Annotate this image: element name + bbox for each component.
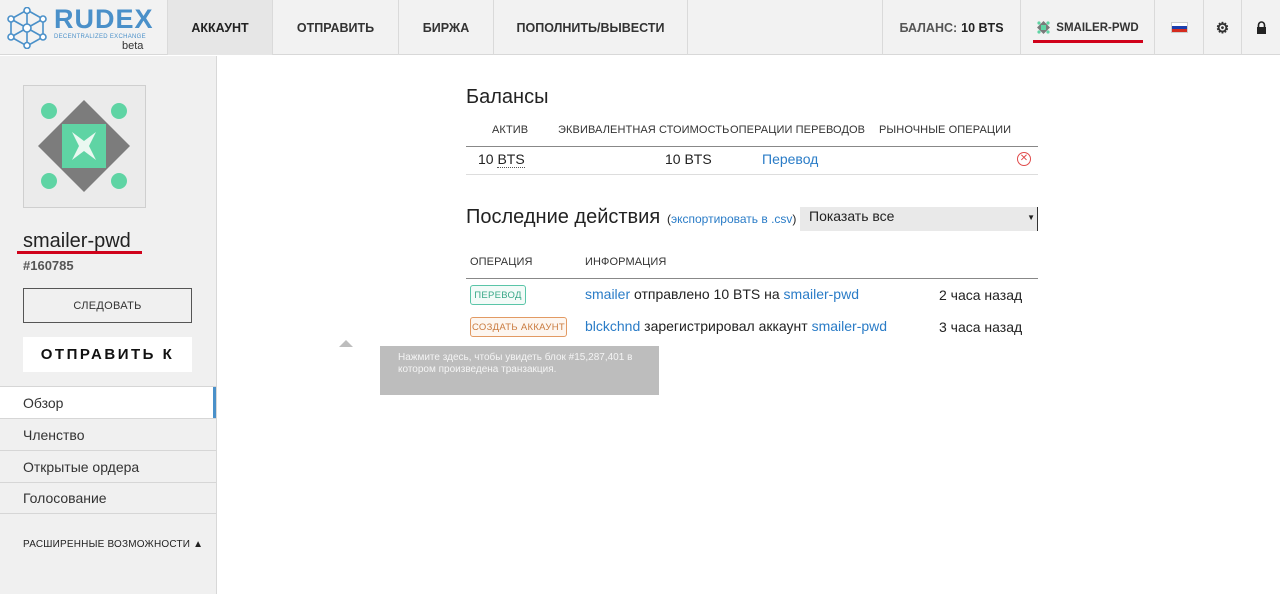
balance-amount: 10 (478, 151, 494, 167)
account-avatar (23, 85, 146, 208)
col-information: ИНФОРМАЦИЯ (585, 256, 667, 268)
lock-icon (1256, 21, 1266, 34)
account-avatar-icon (1037, 21, 1051, 34)
new-account-link[interactable]: smailer-pwd (812, 318, 887, 334)
activity-text: отправлено 10 BTS на (634, 286, 780, 302)
settings-button[interactable]: ⚙ (1203, 0, 1241, 55)
activity-row-info: smailer отправлено 10 BTS на smailer-pwd (585, 286, 859, 302)
gear-icon: ⚙ (1215, 19, 1230, 37)
balances-header-divider (466, 146, 1038, 147)
balances-title: Балансы (466, 86, 549, 108)
nav-deposit-withdraw[interactable]: ПОПОЛНИТЬ/ВЫВЕСТИ (493, 0, 688, 55)
balance-label: БАЛАНС: (899, 20, 958, 35)
recent-activity-title: Последние действия (466, 206, 661, 228)
lock-button[interactable] (1241, 0, 1280, 55)
activity-time: 2 часа назад (939, 287, 1023, 303)
sidebar-item-overview[interactable]: Обзор (0, 386, 216, 418)
col-operation: ОПЕРАЦИЯ (470, 256, 533, 268)
col-asset: АКТИВ (492, 124, 529, 136)
language-selector[interactable] (1154, 0, 1203, 55)
identicon-image (38, 100, 130, 192)
nav-account[interactable]: АККАУНТ (167, 0, 272, 55)
nav-send[interactable]: ОТПРАВИТЬ (272, 0, 398, 55)
hide-asset-close-icon[interactable]: ✕ (1017, 152, 1031, 166)
balance-equivalent-value: 10 BTS (665, 151, 712, 167)
russian-flag-icon (1170, 22, 1188, 33)
tooltip-arrow (339, 340, 353, 347)
balances-row-divider (466, 174, 1038, 175)
balance-asset-symbol[interactable]: BTS (497, 151, 525, 168)
current-account-label: SMAILER-PWD (1056, 21, 1139, 34)
export-csv-link[interactable]: экспортировать в .csv (671, 212, 792, 226)
account-underline (1033, 40, 1143, 43)
block-tooltip: Нажмите здесь, чтобы увидеть блок #15,28… (380, 346, 659, 395)
sidebar-item-open-orders[interactable]: Открытые ордера (0, 450, 216, 482)
recipient-link[interactable]: smailer-pwd (784, 286, 859, 302)
activity-time: 3 часа назад (939, 319, 1023, 335)
col-market-ops: РЫНОЧНЫЕ ОПЕРАЦИИ (879, 124, 1012, 136)
balance-value: 10 BTS (961, 20, 1004, 35)
top-navbar: RUDEX DECENTRALIZED EXCHANGE beta АККАУН… (0, 0, 1280, 55)
account-name: smailer-pwd (23, 230, 131, 252)
logo-beta: beta (122, 40, 144, 52)
activity-filter-value: Показать все (809, 208, 895, 224)
follow-button[interactable]: СЛЕДОВАТЬ (23, 288, 192, 323)
activity-row-info: blckchnd зарегистрировал аккаунт smailer… (585, 318, 887, 334)
sender-link[interactable]: smailer (585, 286, 630, 302)
sidebar-item-voting[interactable]: Голосование (0, 482, 216, 514)
logo-name: RUDEX (54, 4, 154, 34)
account-sidebar: smailer-pwd #160785 СЛЕДОВАТЬ ОТПРАВИТЬ … (0, 56, 217, 594)
activity-filter-select[interactable]: Показать все ▼ (800, 207, 1038, 231)
rudex-logo-icon (7, 6, 47, 49)
nav-exchange[interactable]: БИРЖА (398, 0, 493, 55)
current-account-button[interactable]: SMAILER-PWD (1020, 0, 1154, 55)
account-id: #160785 (23, 258, 74, 273)
send-to-button[interactable]: ОТПРАВИТЬ К (23, 337, 192, 372)
operation-badge-create-account[interactable]: СОЗДАТЬ АККАУНТ (470, 317, 567, 337)
dropdown-caret-icon: ▼ (1027, 213, 1035, 222)
rudex-logo[interactable]: RUDEX DECENTRALIZED EXCHANGE beta (0, 0, 167, 55)
operation-badge-transfer[interactable]: ПЕРЕВОД (470, 285, 526, 305)
export-csv: (экспортировать в .csv) (667, 212, 797, 226)
recent-header-divider (466, 278, 1038, 279)
registrar-link[interactable]: blckchnd (585, 318, 640, 334)
sidebar-menu: Обзор Членство Открытые ордера Голосован… (0, 386, 216, 514)
activity-text: зарегистрировал аккаунт (644, 318, 808, 334)
advanced-features-toggle[interactable]: РАСШИРЕННЫЕ ВОЗМОЖНОСТИ ▲ (23, 539, 203, 550)
header-balance[interactable]: БАЛАНС: 10 BTS (882, 0, 1020, 55)
account-name-underline (17, 251, 142, 254)
balance-row-amount: 10 BTS (478, 151, 525, 168)
col-transfer-ops: ОПЕРАЦИИ ПЕРЕВОДОВ (730, 124, 866, 136)
transfer-link[interactable]: Перевод (762, 151, 818, 167)
sidebar-item-membership[interactable]: Членство (0, 418, 216, 450)
col-equivalent-value: ЭКВИВАЛЕНТНАЯ СТОИМОСТЬ (558, 124, 730, 136)
